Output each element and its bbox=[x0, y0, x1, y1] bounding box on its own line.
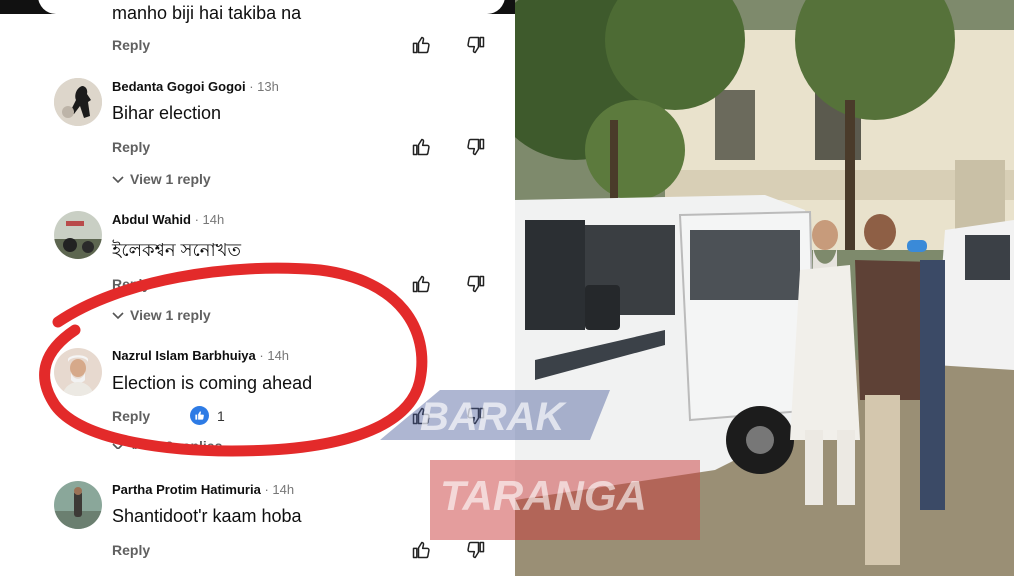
thumbs-up-icon[interactable] bbox=[411, 540, 431, 560]
reply-button[interactable]: Reply bbox=[112, 139, 150, 155]
reply-button[interactable]: Reply bbox=[112, 408, 150, 424]
avatar[interactable] bbox=[54, 78, 102, 126]
thumbs-down-icon[interactable] bbox=[466, 540, 486, 560]
thumbs-up-icon[interactable] bbox=[411, 137, 431, 157]
view-replies-button[interactable]: View 2 replies bbox=[112, 438, 222, 449]
view-replies-label: View 1 reply bbox=[130, 171, 211, 187]
chevron-down-icon bbox=[112, 312, 124, 320]
comment-time: · 14h bbox=[194, 212, 225, 227]
comment-text: Bihar election bbox=[112, 103, 222, 123]
reaction-count: 1 bbox=[190, 406, 225, 425]
view-replies-label: View 1 reply bbox=[130, 307, 211, 323]
comment-time: · 13h bbox=[249, 79, 279, 94]
comment-author[interactable]: Abdul Wahid bbox=[112, 212, 191, 227]
thumbs-down-icon[interactable] bbox=[466, 137, 486, 157]
like-count-value: 1 bbox=[217, 407, 225, 424]
photo-scene bbox=[515, 0, 1014, 576]
view-replies-button[interactable]: View 1 reply bbox=[112, 171, 211, 187]
thumbs-down-icon[interactable] bbox=[466, 35, 486, 55]
comment-text: manho biji hai takiba na bbox=[112, 3, 302, 23]
reply-button[interactable]: Reply bbox=[112, 37, 150, 53]
comment-text: ইলেকশ্বন সনোখত bbox=[112, 240, 242, 260]
avatar[interactable] bbox=[54, 211, 102, 259]
thumbs-up-icon[interactable] bbox=[411, 406, 431, 426]
reply-button[interactable]: Reply bbox=[112, 276, 150, 292]
comment-time: · 14h bbox=[259, 348, 290, 363]
thumbs-down-icon[interactable] bbox=[466, 406, 486, 426]
news-photo bbox=[515, 0, 1014, 576]
thumbs-up-badge-icon bbox=[190, 406, 209, 425]
comment-author[interactable]: Bedanta Gogoi Gogoi bbox=[112, 79, 246, 94]
comment-time: · 14h bbox=[264, 482, 295, 497]
reply-button[interactable]: Reply bbox=[112, 542, 150, 558]
chevron-down-icon bbox=[112, 176, 124, 184]
thumbs-down-icon[interactable] bbox=[466, 274, 486, 294]
avatar[interactable] bbox=[54, 481, 102, 529]
comment-text: Election is coming ahead bbox=[112, 373, 313, 393]
thumbs-up-icon[interactable] bbox=[411, 35, 431, 55]
thumbs-up-icon[interactable] bbox=[411, 274, 431, 294]
avatar[interactable] bbox=[54, 348, 102, 396]
comments-panel: manho biji hai takiba na Reply Bedanta G… bbox=[0, 0, 515, 576]
view-replies-label: View 2 replies bbox=[130, 438, 223, 449]
view-replies-button[interactable]: View 1 reply bbox=[112, 307, 211, 323]
comment-author[interactable]: Nazrul Islam Barbhuiya bbox=[112, 348, 256, 363]
chevron-down-icon bbox=[112, 443, 124, 449]
comment-text: Shantidoot'r kaam hoba bbox=[112, 506, 302, 526]
comment-author[interactable]: Partha Protim Hatimuria bbox=[112, 482, 261, 497]
